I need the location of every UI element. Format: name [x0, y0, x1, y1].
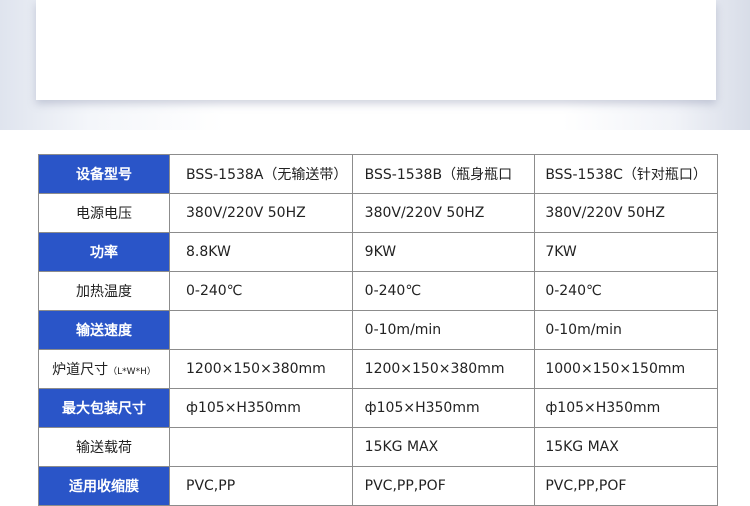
cell-value: 7KW: [534, 232, 718, 272]
cell-value: 380V/220V 50HZ: [169, 193, 353, 233]
cell-value: 15KG MAX: [351, 427, 536, 467]
cell-value: 1000×150×150mm: [534, 349, 718, 389]
cell-value: PVC,PP,POF: [534, 466, 718, 506]
cell-value: ф105×H350mm: [169, 388, 353, 428]
cell-value: BSS-1538A（无输送带）: [169, 154, 353, 194]
row-label-load: 输送载荷: [38, 427, 170, 467]
row-label-power: 功率: [38, 232, 170, 272]
row-label-voltage: 电源电压: [38, 193, 170, 233]
cell-value: 0-240℃: [169, 271, 353, 311]
table-row: 输送速度 0-10m/min 0-10m/min: [38, 310, 718, 350]
table-row: 最大包装尺寸 ф105×H350mm ф105×H350mm ф105×H350…: [38, 388, 718, 428]
cell-value: 380V/220V 50HZ: [351, 193, 536, 233]
cell-value: 380V/220V 50HZ: [534, 193, 718, 233]
top-card-panel: [36, 0, 716, 100]
table-row: 适用收缩膜 PVC,PP PVC,PP,POF PVC,PP,POF: [38, 466, 718, 506]
table-row: 加热温度 0-240℃ 0-240℃ 0-240℃: [38, 271, 718, 311]
cell-value: 1200×150×380mm: [169, 349, 353, 389]
cell-value: PVC,PP: [169, 466, 353, 506]
table-row: 功率 8.8KW 9KW 7KW: [38, 232, 718, 272]
cell-value: 0-10m/min: [351, 310, 536, 350]
table-row: 设备型号 BSS-1538A（无输送带） BSS-1538B（瓶身瓶口 BSS-…: [38, 154, 718, 194]
cell-value: 15KG MAX: [534, 427, 718, 467]
cell-value: ф105×H350mm: [534, 388, 718, 428]
cell-value: 0-240℃: [534, 271, 718, 311]
cell-value: [169, 427, 353, 467]
row-label-speed: 输送速度: [38, 310, 170, 350]
row-label-tunnel-size: 炉道尺寸（L*W*H）: [38, 349, 170, 389]
row-label-model: 设备型号: [38, 154, 170, 194]
table-row: 炉道尺寸（L*W*H） 1200×150×380mm 1200×150×380m…: [38, 349, 718, 389]
cell-value: BSS-1538C（针对瓶口）: [534, 154, 718, 194]
cell-value: BSS-1538B（瓶身瓶口: [351, 154, 536, 194]
cell-value: PVC,PP,POF: [351, 466, 536, 506]
label-unit: （L*W*H）: [108, 367, 156, 377]
cell-value: [169, 310, 353, 350]
row-label-film: 适用收缩膜: [38, 466, 170, 506]
row-label-temperature: 加热温度: [38, 271, 170, 311]
table-row: 电源电压 380V/220V 50HZ 380V/220V 50HZ 380V/…: [38, 193, 718, 233]
cell-value: 0-10m/min: [534, 310, 718, 350]
cell-value: 8.8KW: [169, 232, 353, 272]
row-label-max-package: 最大包装尺寸: [38, 388, 170, 428]
label-text: 炉道尺寸: [52, 362, 109, 378]
cell-value: 9KW: [351, 232, 536, 272]
spec-table: 设备型号 BSS-1538A（无输送带） BSS-1538B（瓶身瓶口 BSS-…: [38, 154, 718, 506]
cell-value: ф105×H350mm: [351, 388, 536, 428]
cell-value: 0-240℃: [351, 271, 536, 311]
table-row: 输送载荷 15KG MAX 15KG MAX: [38, 427, 718, 467]
cell-value: 1200×150×380mm: [351, 349, 536, 389]
